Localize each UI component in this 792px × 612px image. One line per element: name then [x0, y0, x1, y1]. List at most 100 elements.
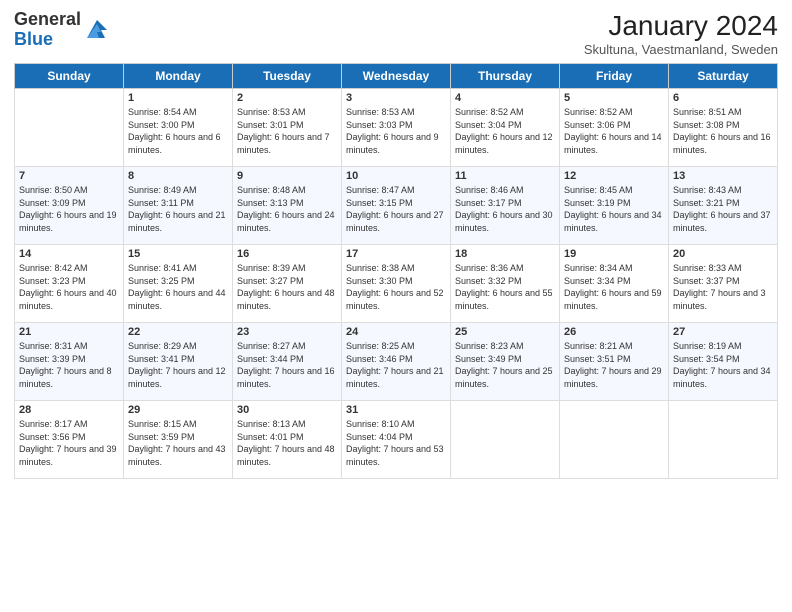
logo-icon: [83, 16, 111, 44]
weekday-header-friday: Friday: [560, 64, 669, 89]
day-number: 1: [128, 92, 228, 104]
day-number: 5: [564, 92, 664, 104]
day-info: Sunrise: 8:23 AMSunset: 3:49 PMDaylight:…: [455, 340, 555, 390]
day-info: Sunrise: 8:10 AMSunset: 4:04 PMDaylight:…: [346, 418, 446, 468]
day-number: 8: [128, 170, 228, 182]
weekday-header-saturday: Saturday: [669, 64, 778, 89]
calendar-cell: 11 Sunrise: 8:46 AMSunset: 3:17 PMDayligh…: [451, 167, 560, 245]
day-number: 21: [19, 326, 119, 338]
day-info: Sunrise: 8:42 AMSunset: 3:23 PMDaylight:…: [19, 262, 119, 312]
day-number: 10: [346, 170, 446, 182]
day-info: Sunrise: 8:29 AMSunset: 3:41 PMDaylight:…: [128, 340, 228, 390]
calendar-cell: 6 Sunrise: 8:51 AMSunset: 3:08 PMDaylight…: [669, 89, 778, 167]
day-info: Sunrise: 8:53 AMSunset: 3:01 PMDaylight:…: [237, 106, 337, 156]
day-info: Sunrise: 8:45 AMSunset: 3:19 PMDaylight:…: [564, 184, 664, 234]
calendar-cell: 16Sunrise: 8:39 AMSunset: 3:27 PMDayligh…: [233, 245, 342, 323]
calendar-cell: 21Sunrise: 8:31 AMSunset: 3:39 PMDayligh…: [15, 323, 124, 401]
calendar-cell: 29 Sunrise: 8:15 AMSunset: 3:59 PMDayligh…: [124, 401, 233, 479]
calendar-cell: 17 Sunrise: 8:38 AMSunset: 3:30 PMDayligh…: [342, 245, 451, 323]
day-number: 26: [564, 326, 664, 338]
day-number: 2: [237, 92, 337, 104]
day-number: 19: [564, 248, 664, 260]
day-info: Sunrise: 8:50 AMSunset: 3:09 PMDaylight:…: [19, 184, 119, 234]
calendar-cell: 25 Sunrise: 8:23 AMSunset: 3:49 PMDayligh…: [451, 323, 560, 401]
day-number: 25: [455, 326, 555, 338]
calendar-cell: [669, 401, 778, 479]
calendar-cell: 26 Sunrise: 8:21 AMSunset: 3:51 PMDayligh…: [560, 323, 669, 401]
day-info: Sunrise: 8:38 AMSunset: 3:30 PMDaylight:…: [346, 262, 446, 312]
week-row-1: 1 Sunrise: 8:54 AMSunset: 3:00 PMDaylight…: [15, 89, 778, 167]
page-container: General Blue January 2024 Skultuna, Vaes…: [0, 0, 792, 489]
calendar-cell: 15Sunrise: 8:41 AMSunset: 3:25 PMDayligh…: [124, 245, 233, 323]
day-info: Sunrise: 8:21 AMSunset: 3:51 PMDaylight:…: [564, 340, 664, 390]
calendar-cell: 24Sunrise: 8:25 AMSunset: 3:46 PMDayligh…: [342, 323, 451, 401]
day-info: Sunrise: 8:48 AMSunset: 3:13 PMDaylight:…: [237, 184, 337, 234]
day-number: 12: [564, 170, 664, 182]
day-number: 30: [237, 404, 337, 416]
day-info: Sunrise: 8:46 AMSunset: 3:17 PMDaylight:…: [455, 184, 555, 234]
day-number: 20: [673, 248, 773, 260]
day-number: 16: [237, 248, 337, 260]
calendar-table: SundayMondayTuesdayWednesdayThursdayFrid…: [14, 63, 778, 479]
day-info: Sunrise: 8:49 AMSunset: 3:11 PMDaylight:…: [128, 184, 228, 234]
calendar-cell: 8 Sunrise: 8:49 AMSunset: 3:11 PMDaylight…: [124, 167, 233, 245]
day-number: 11: [455, 170, 555, 182]
day-number: 18: [455, 248, 555, 260]
day-info: Sunrise: 8:43 AMSunset: 3:21 PMDaylight:…: [673, 184, 773, 234]
day-info: Sunrise: 8:15 AMSunset: 3:59 PMDaylight:…: [128, 418, 228, 468]
calendar-cell: 9Sunrise: 8:48 AMSunset: 3:13 PMDaylight…: [233, 167, 342, 245]
day-number: 29: [128, 404, 228, 416]
weekday-header-monday: Monday: [124, 64, 233, 89]
header: General Blue January 2024 Skultuna, Vaes…: [14, 10, 778, 57]
day-info: Sunrise: 8:51 AMSunset: 3:08 PMDaylight:…: [673, 106, 773, 156]
day-number: 31: [346, 404, 446, 416]
calendar-cell: 19 Sunrise: 8:34 AMSunset: 3:34 PMDayligh…: [560, 245, 669, 323]
logo-general: General: [14, 9, 81, 29]
day-info: Sunrise: 8:36 AMSunset: 3:32 PMDaylight:…: [455, 262, 555, 312]
week-row-2: 7 Sunrise: 8:50 AMSunset: 3:09 PMDaylight…: [15, 167, 778, 245]
calendar-cell: [560, 401, 669, 479]
weekday-header-thursday: Thursday: [451, 64, 560, 89]
calendar-cell: 30Sunrise: 8:13 AMSunset: 4:01 PMDayligh…: [233, 401, 342, 479]
day-number: 6: [673, 92, 773, 104]
day-number: 22: [128, 326, 228, 338]
day-number: 15: [128, 248, 228, 260]
weekday-header-tuesday: Tuesday: [233, 64, 342, 89]
day-number: 7: [19, 170, 119, 182]
day-info: Sunrise: 8:53 AMSunset: 3:03 PMDaylight:…: [346, 106, 446, 156]
day-number: 13: [673, 170, 773, 182]
calendar-cell: 28 Sunrise: 8:17 AMSunset: 3:56 PMDayligh…: [15, 401, 124, 479]
calendar-cell: 27 Sunrise: 8:19 AMSunset: 3:54 PMDayligh…: [669, 323, 778, 401]
day-number: 24: [346, 326, 446, 338]
week-row-4: 21Sunrise: 8:31 AMSunset: 3:39 PMDayligh…: [15, 323, 778, 401]
week-row-3: 14 Sunrise: 8:42 AMSunset: 3:23 PMDayligh…: [15, 245, 778, 323]
calendar-cell: 18 Sunrise: 8:36 AMSunset: 3:32 PMDayligh…: [451, 245, 560, 323]
calendar-cell: 31 Sunrise: 8:10 AMSunset: 4:04 PMDayligh…: [342, 401, 451, 479]
day-number: 14: [19, 248, 119, 260]
location-subtitle: Skultuna, Vaestmanland, Sweden: [584, 42, 778, 57]
day-info: Sunrise: 8:27 AMSunset: 3:44 PMDaylight:…: [237, 340, 337, 390]
calendar-cell: 2 Sunrise: 8:53 AMSunset: 3:01 PMDaylight…: [233, 89, 342, 167]
calendar-cell: 23Sunrise: 8:27 AMSunset: 3:44 PMDayligh…: [233, 323, 342, 401]
calendar-cell: 10Sunrise: 8:47 AMSunset: 3:15 PMDayligh…: [342, 167, 451, 245]
calendar-cell: 22 Sunrise: 8:29 AMSunset: 3:41 PMDayligh…: [124, 323, 233, 401]
day-info: Sunrise: 8:19 AMSunset: 3:54 PMDaylight:…: [673, 340, 773, 390]
day-info: Sunrise: 8:33 AMSunset: 3:37 PMDaylight:…: [673, 262, 773, 312]
day-info: Sunrise: 8:54 AMSunset: 3:00 PMDaylight:…: [128, 106, 228, 156]
title-block: January 2024 Skultuna, Vaestmanland, Swe…: [584, 10, 778, 57]
calendar-cell: [451, 401, 560, 479]
day-number: 27: [673, 326, 773, 338]
day-number: 28: [19, 404, 119, 416]
day-number: 17: [346, 248, 446, 260]
day-number: 4: [455, 92, 555, 104]
calendar-cell: 5 Sunrise: 8:52 AMSunset: 3:06 PMDaylight…: [560, 89, 669, 167]
day-info: Sunrise: 8:52 AMSunset: 3:06 PMDaylight:…: [564, 106, 664, 156]
calendar-cell: 4 Sunrise: 8:52 AMSunset: 3:04 PMDaylight…: [451, 89, 560, 167]
calendar-cell: 20 Sunrise: 8:33 AMSunset: 3:37 PMDayligh…: [669, 245, 778, 323]
weekday-header-sunday: Sunday: [15, 64, 124, 89]
calendar-cell: 1 Sunrise: 8:54 AMSunset: 3:00 PMDaylight…: [124, 89, 233, 167]
calendar-cell: 14 Sunrise: 8:42 AMSunset: 3:23 PMDayligh…: [15, 245, 124, 323]
day-info: Sunrise: 8:34 AMSunset: 3:34 PMDaylight:…: [564, 262, 664, 312]
day-info: Sunrise: 8:17 AMSunset: 3:56 PMDaylight:…: [19, 418, 119, 468]
day-info: Sunrise: 8:52 AMSunset: 3:04 PMDaylight:…: [455, 106, 555, 156]
